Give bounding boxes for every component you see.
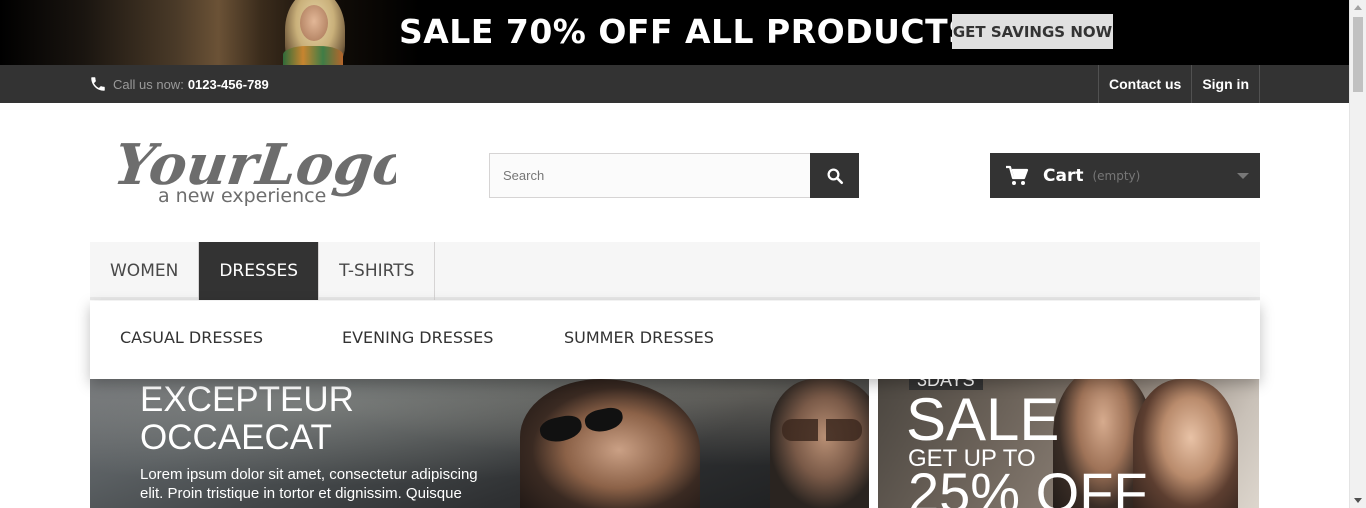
cart-quantity: (empty) — [1092, 168, 1141, 183]
sign-in-link[interactable]: Sign in — [1191, 65, 1260, 103]
scroll-down-arrow-icon[interactable] — [1354, 498, 1362, 503]
submenu-item-casual-dresses[interactable]: Casual Dresses — [120, 328, 263, 347]
menu-item-t-shirts[interactable]: T-shirts — [319, 242, 436, 300]
shopping-cart-icon — [1006, 165, 1029, 185]
site-logo[interactable]: YourLogo a new experience — [116, 126, 396, 212]
menu-item-dresses[interactable]: Dresses — [199, 242, 320, 300]
model-swimsuit — [283, 46, 343, 65]
banner-headline: SALE 70% OFF ALL PRODUCTS — [399, 12, 973, 51]
banner-model-image — [0, 0, 420, 65]
menu-item-women[interactable]: Women — [90, 242, 200, 300]
submenu-item-evening-dresses[interactable]: Evening Dresses — [342, 328, 493, 347]
get-savings-now-button[interactable]: GET SAVINGS NOW — [952, 14, 1113, 49]
promo-sale-text: SALE — [906, 386, 1060, 453]
search-button[interactable] — [810, 153, 859, 198]
search-form — [489, 153, 859, 198]
search-icon — [827, 168, 843, 184]
logo-tagline: a new experience — [158, 185, 326, 207]
sale-promo-banner[interactable]: 3DAYS SALE GET UP TO 25% OFF — [878, 379, 1259, 508]
main-menu: Women Dresses T-shirts — [90, 242, 1260, 300]
scroll-up-arrow-icon[interactable] — [1354, 5, 1362, 10]
page-scrollbar[interactable] — [1349, 0, 1366, 508]
account-links: Contact us Sign in — [1097, 65, 1260, 103]
slide-text: Lorem ipsum dolor sit amet, consectetur … — [140, 466, 478, 502]
cart-label: Cart — [1043, 165, 1084, 186]
top-promo-banner[interactable]: SALE 70% OFF ALL PRODUCTS GET SAVINGS NO… — [0, 0, 1349, 65]
contact-us-link[interactable]: Contact us — [1097, 65, 1191, 103]
chevron-down-icon — [1237, 173, 1249, 179]
call-us-info: Call us now: 0123-456-789 — [89, 75, 269, 93]
model-face — [300, 5, 328, 41]
phone-number: 0123-456-789 — [187, 76, 269, 92]
promo-model-woman — [1133, 379, 1238, 508]
scrollbar-thumb[interactable] — [1353, 17, 1363, 92]
dresses-submenu: Casual Dresses Evening Dresses Summer Dr… — [90, 301, 1260, 379]
man-sunglasses — [782, 419, 862, 441]
submenu-item-summer-dresses[interactable]: Summer Dresses — [564, 328, 714, 347]
promo-discount-text: 25% OFF — [908, 461, 1148, 508]
search-input[interactable] — [489, 153, 810, 198]
utility-nav-bar: Call us now: 0123-456-789 Contact us Sig… — [0, 65, 1349, 103]
slider-model-man — [770, 379, 869, 508]
cart-button[interactable]: Cart (empty) — [990, 153, 1260, 198]
call-us-label: Call us now: — [113, 76, 184, 92]
homepage-slider[interactable]: Excepteur Occaecat Lorem ipsum dolor sit… — [90, 379, 869, 508]
slide-title: Excepteur Occaecat — [140, 380, 354, 457]
phone-icon — [91, 77, 105, 91]
